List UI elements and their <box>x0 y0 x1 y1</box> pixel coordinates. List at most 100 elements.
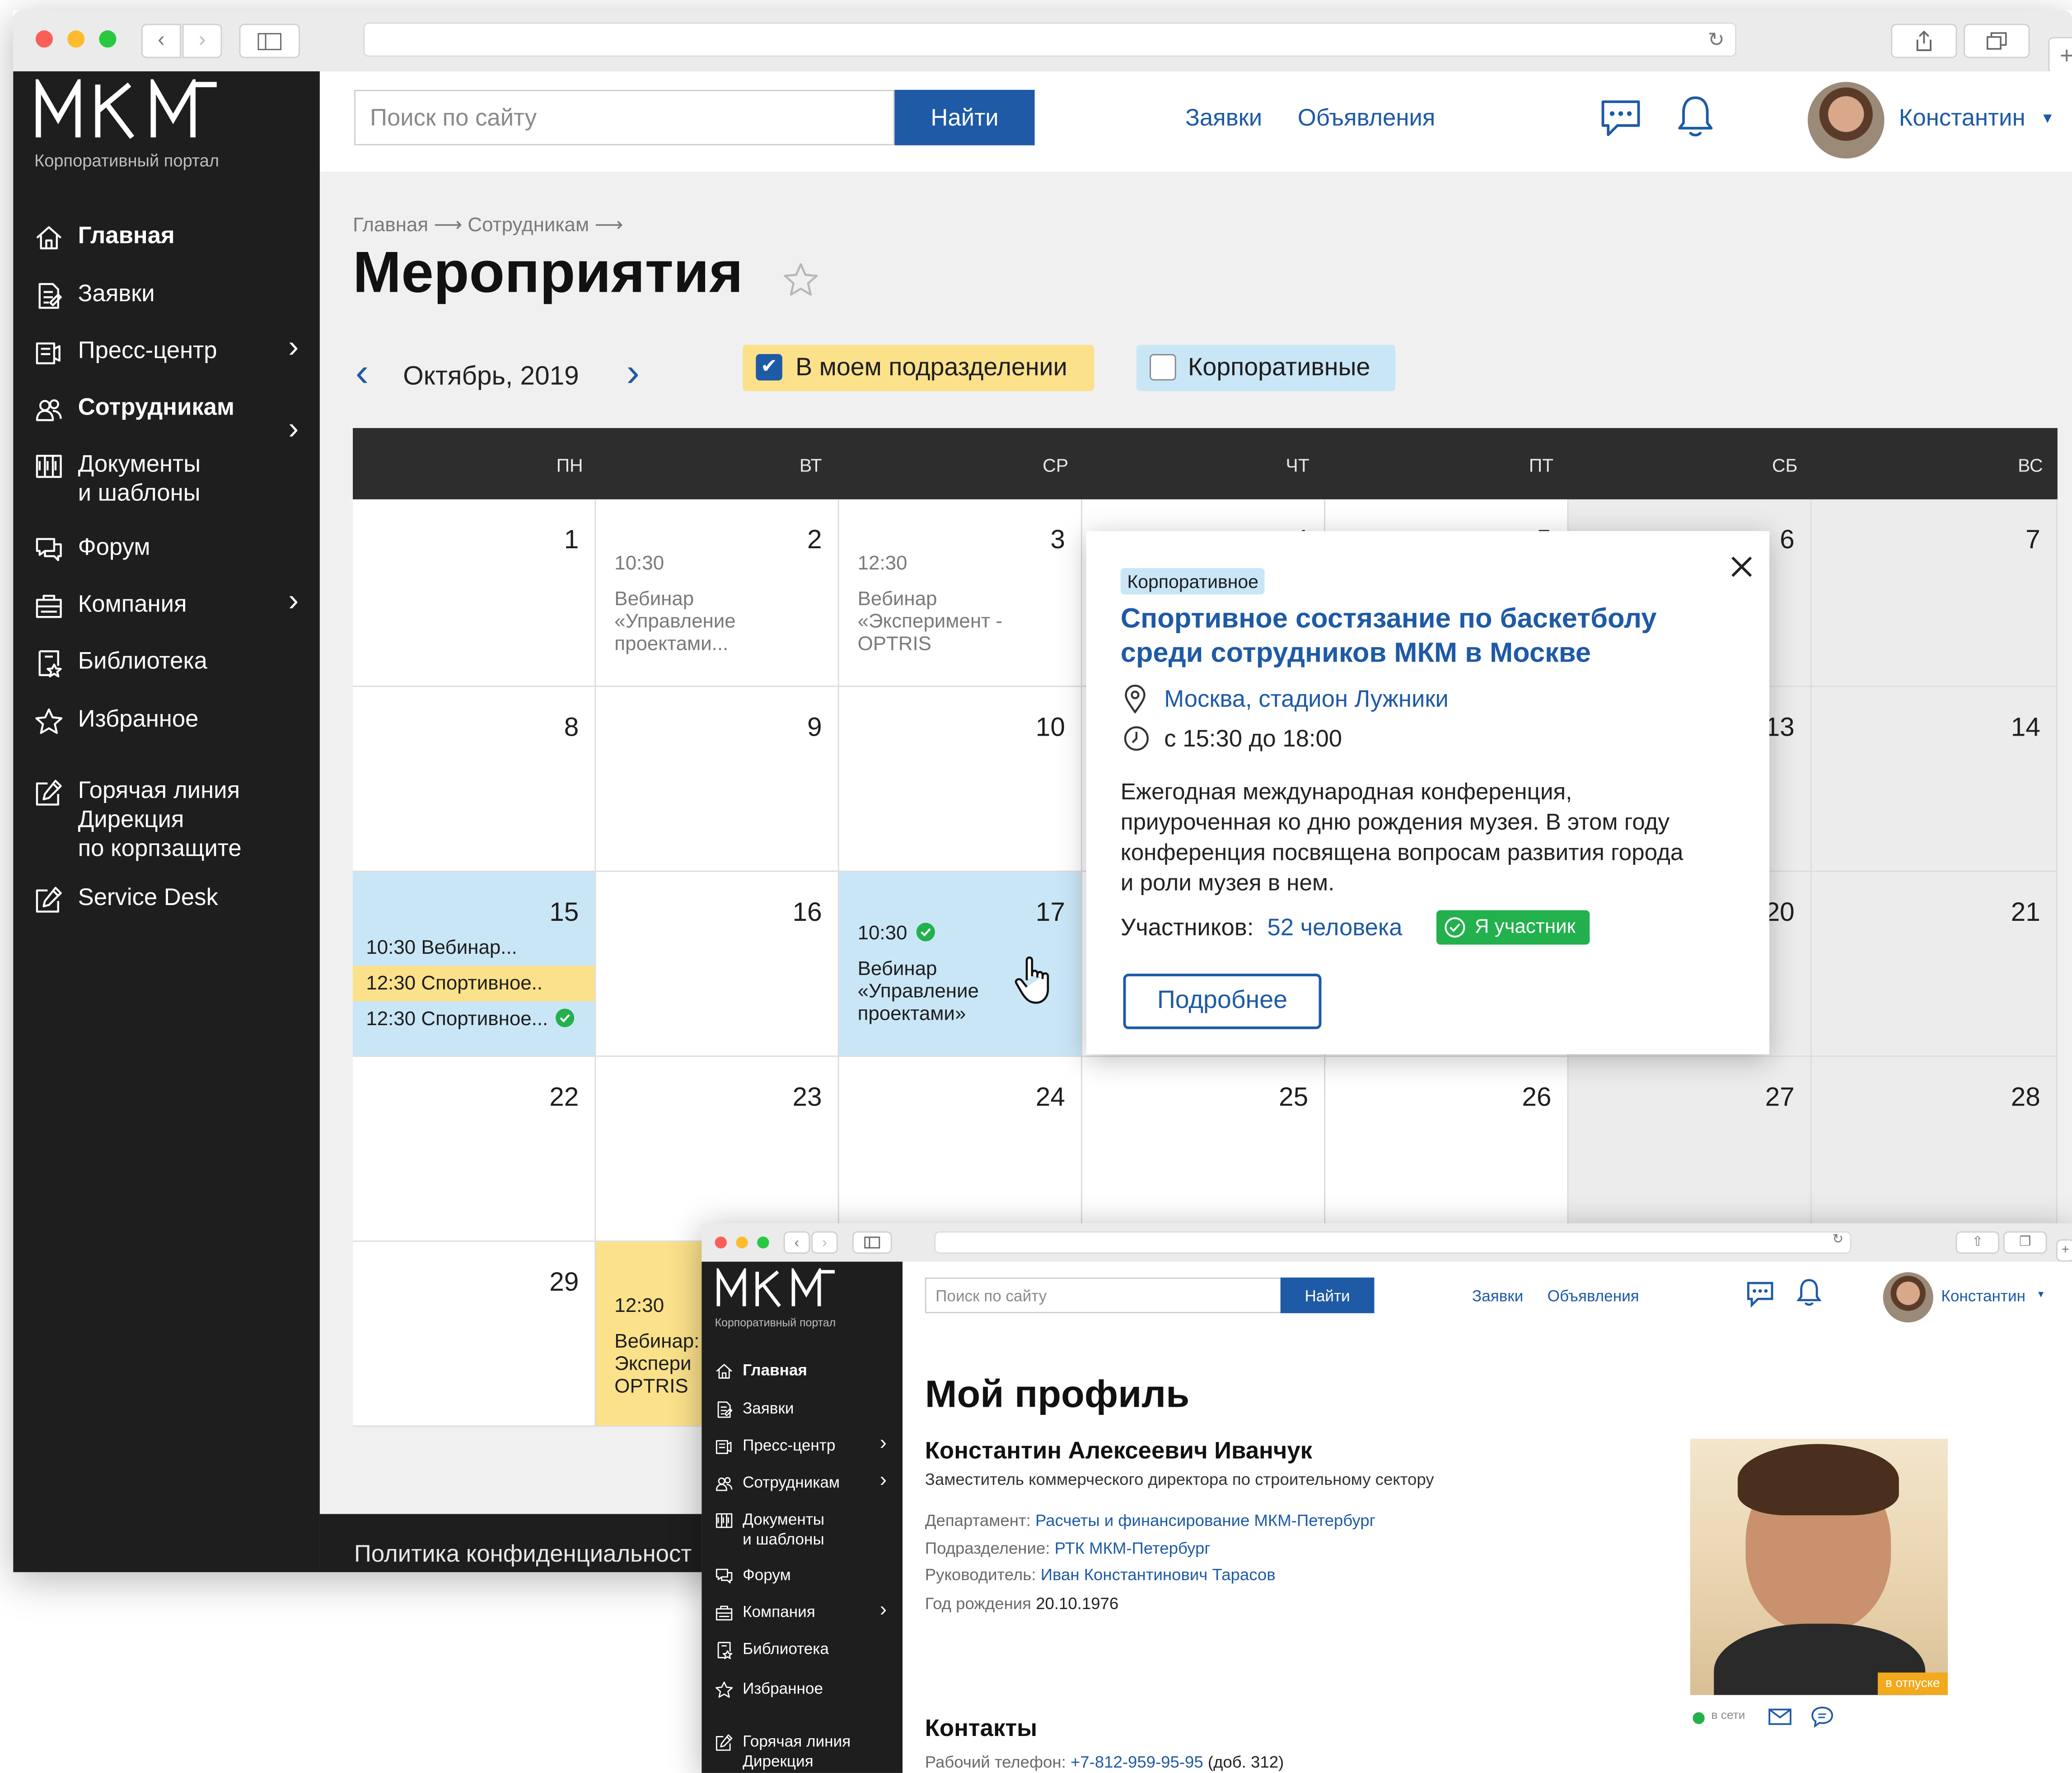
calendar-day-cell[interactable]: 9 <box>596 687 839 872</box>
top-link-requests[interactable]: Заявки <box>1472 1287 1523 1305</box>
back-arrow-icon[interactable]: ‹ <box>783 1231 810 1254</box>
filter-my-department[interactable]: ✔ В моем подразделении <box>743 345 1094 391</box>
filter-corporate[interactable]: Корпоративные <box>1136 345 1396 391</box>
calendar-event[interactable]: 10:30 Вебинар «Управление проектами... <box>614 552 735 655</box>
share-icon[interactable]: ⇧ <box>1955 1231 2000 1254</box>
notification-bell-icon[interactable] <box>1675 94 1715 140</box>
message-icon[interactable] <box>1810 1706 1834 1728</box>
calendar-day-cell[interactable]: 29 <box>353 1241 596 1427</box>
calendar-day-cell[interactable]: 2 10:30 Вебинар «Управление проектами... <box>596 499 839 687</box>
minimize-window-icon[interactable] <box>67 30 85 48</box>
search-input[interactable]: Поиск по сайту <box>925 1277 1282 1313</box>
maximize-window-icon[interactable] <box>757 1236 769 1249</box>
calendar-day-cell[interactable]: 14 <box>1811 687 2058 872</box>
share-icon[interactable] <box>1891 23 1957 58</box>
more-details-button[interactable]: Подробнее <box>1123 974 1322 1029</box>
user-name[interactable]: Константин <box>1941 1287 2025 1305</box>
sidebar-toggle-icon[interactable] <box>239 23 300 58</box>
chat-icon[interactable] <box>1745 1280 1774 1308</box>
sidebar-item-4[interactable]: Документы и шаблоны <box>715 1510 887 1549</box>
calendar-day-cell[interactable]: 15 10:30 Вебинар... 12:30 Спортивное.. 12:3… <box>353 872 596 1057</box>
close-window-icon[interactable] <box>35 30 53 48</box>
breadcrumb-employees[interactable]: Сотрудникам <box>468 214 589 237</box>
chevron-right-icon[interactable]: › <box>288 329 299 364</box>
participants-count[interactable]: 52 человека <box>1267 914 1402 942</box>
logo[interactable]: Корпоративный портал <box>715 1265 839 1329</box>
reload-icon[interactable]: ↻ <box>1832 1232 1843 1247</box>
sidebar-item-1[interactable]: Заявки <box>34 280 299 317</box>
calendar-day-cell[interactable]: 26 <box>1325 1057 1569 1242</box>
logo[interactable]: Корпоративный портал <box>34 75 222 170</box>
calendar-day-cell[interactable]: 3 12:30 Вебинар «Эксперимент - OPTRIS <box>839 499 1082 687</box>
search-input[interactable]: Поиск по сайту <box>354 89 895 145</box>
reload-icon[interactable]: ↻ <box>1708 28 1725 51</box>
calendar-day-cell[interactable]: 8 <box>353 687 596 872</box>
calendar-event[interactable]: 12:30 Спортивное... <box>353 1001 594 1037</box>
chevron-right-icon[interactable]: › <box>880 1599 887 1623</box>
division-link[interactable]: РТК МКМ-Петербург <box>1055 1539 1211 1558</box>
next-month-icon[interactable]: › <box>627 351 640 396</box>
chevron-down-icon[interactable]: ▼ <box>2040 111 2055 127</box>
calendar-event[interactable]: 12:30 Вебинар «Эксперимент - OPTRIS <box>858 552 1002 655</box>
calendar-event[interactable]: 12:30 Спортивное.. <box>353 966 595 1002</box>
calendar-day-cell[interactable]: 1 <box>353 499 596 687</box>
chevron-right-icon[interactable]: › <box>880 1432 887 1456</box>
sidebar-item-0[interactable]: Главная <box>715 1361 887 1387</box>
top-link-announcements[interactable]: Объявления <box>1298 104 1436 132</box>
calendar-day-cell[interactable]: 24 <box>839 1057 1082 1242</box>
calendar-event[interactable]: 12:30 Вебинар: Экспери OPTRIS <box>614 1295 699 1398</box>
address-bar[interactable]: ↻ <box>363 22 1736 57</box>
chevron-right-icon[interactable]: › <box>288 583 299 618</box>
address-bar[interactable]: ↻ <box>934 1231 1852 1254</box>
event-title[interactable]: Спортивное состязание по баскетболу сред… <box>1121 602 1657 671</box>
notification-bell-icon[interactable] <box>1796 1278 1823 1308</box>
sidebar-item-9[interactable]: Горячая линия Дирекция по корпзащите <box>34 777 299 864</box>
calendar-day-cell[interactable]: 25 <box>1082 1057 1326 1242</box>
sidebar-item-2[interactable]: Пресс-центр › <box>715 1432 887 1463</box>
work-phone-link[interactable]: +7-812-959-95-95 <box>1071 1753 1203 1772</box>
user-name[interactable]: Константин <box>1899 104 2025 132</box>
minimize-window-icon[interactable] <box>736 1236 748 1249</box>
calendar-day-cell[interactable]: 22 <box>353 1057 596 1242</box>
search-button[interactable]: Найти <box>1280 1277 1375 1313</box>
sidebar-item-6[interactable]: Компания › <box>715 1599 887 1629</box>
search-button[interactable]: Найти <box>894 89 1035 145</box>
privacy-policy-link[interactable]: Политика конфиденциальност <box>354 1540 692 1568</box>
calendar-event[interactable]: 10:30 Вебинар... <box>353 930 594 966</box>
calendar-day-cell[interactable]: 23 <box>596 1057 839 1242</box>
sidebar-toggle-icon[interactable] <box>852 1231 892 1254</box>
participant-badge[interactable]: Я участник <box>1436 910 1590 945</box>
chevron-down-icon[interactable]: ▼ <box>2036 1291 2045 1300</box>
sidebar-item-8[interactable]: Избранное <box>34 705 299 742</box>
avatar[interactable] <box>1883 1272 1933 1323</box>
new-tab-icon[interactable]: + <box>2048 37 2072 74</box>
calendar-day-cell[interactable]: 10 <box>839 687 1082 872</box>
sidebar-item-3[interactable]: Сотрудникам › <box>34 394 299 445</box>
new-tab-icon[interactable]: + <box>2056 1239 2072 1262</box>
calendar-day-cell[interactable]: 7 <box>1811 499 2058 687</box>
sidebar-item-9[interactable]: Горячая линия Дирекция <box>715 1732 887 1771</box>
calendar-day-cell[interactable]: 28 <box>1811 1057 2058 1242</box>
close-icon[interactable] <box>1730 555 1754 579</box>
sidebar-item-6[interactable]: Компания › <box>34 583 299 628</box>
top-link-announcements[interactable]: Объявления <box>1548 1287 1639 1305</box>
checkbox-checked-icon[interactable]: ✔ <box>756 354 782 381</box>
forward-arrow-icon[interactable]: › <box>182 23 222 58</box>
breadcrumb-home[interactable]: Главная <box>353 214 428 237</box>
chat-icon[interactable] <box>1599 98 1643 139</box>
tabs-overview-icon[interactable] <box>1964 23 2030 58</box>
favorite-star-icon[interactable] <box>782 261 819 297</box>
event-location[interactable]: Москва, стадион Лужники <box>1164 686 1449 713</box>
mail-icon[interactable] <box>1768 1708 1792 1726</box>
sidebar-item-8[interactable]: Избранное <box>715 1679 887 1706</box>
sidebar-item-0[interactable]: Главная <box>34 222 299 259</box>
maximize-window-icon[interactable] <box>99 30 117 48</box>
calendar-day-cell[interactable]: 21 <box>1811 872 2058 1057</box>
sidebar-item-2[interactable]: Пресс-центр › <box>34 329 299 374</box>
calendar-day-cell[interactable]: 16 <box>596 872 839 1057</box>
chevron-right-icon[interactable]: › <box>880 1469 887 1493</box>
chevron-right-icon[interactable]: › <box>288 411 299 447</box>
calendar-day-cell[interactable]: 27 <box>1568 1057 1812 1242</box>
sidebar-item-4[interactable]: Документы и шаблоны <box>34 451 299 509</box>
calendar-event[interactable]: 10:30 Вебинар «Управление проектами» <box>858 922 979 1025</box>
